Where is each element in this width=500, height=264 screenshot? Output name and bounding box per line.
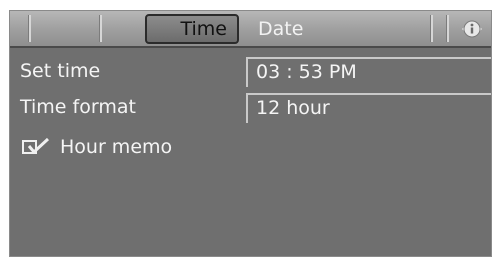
time-format-label: Time format [20,96,136,118]
settings-screen: Time Date Set time 03 : 53 PM Time forma… [9,10,492,257]
info-icon [462,20,482,38]
time-format-value[interactable]: 12 hour [246,93,491,123]
header-divider [430,15,433,42]
set-time-label: Set time [20,60,101,82]
tab-date[interactable]: Date [258,14,303,44]
info-button[interactable] [459,17,485,41]
header-divider [99,15,102,42]
tab-bar: Time Date [10,11,491,48]
checkbox-checked-icon [22,137,50,155]
header-divider [28,15,31,42]
header-divider [446,15,449,42]
hour-memo-checkbox[interactable]: Hour memo [20,134,172,160]
tab-time[interactable]: Time [145,14,239,44]
set-time-value[interactable]: 03 : 53 PM [246,57,491,87]
hour-memo-label: Hour memo [60,136,173,158]
